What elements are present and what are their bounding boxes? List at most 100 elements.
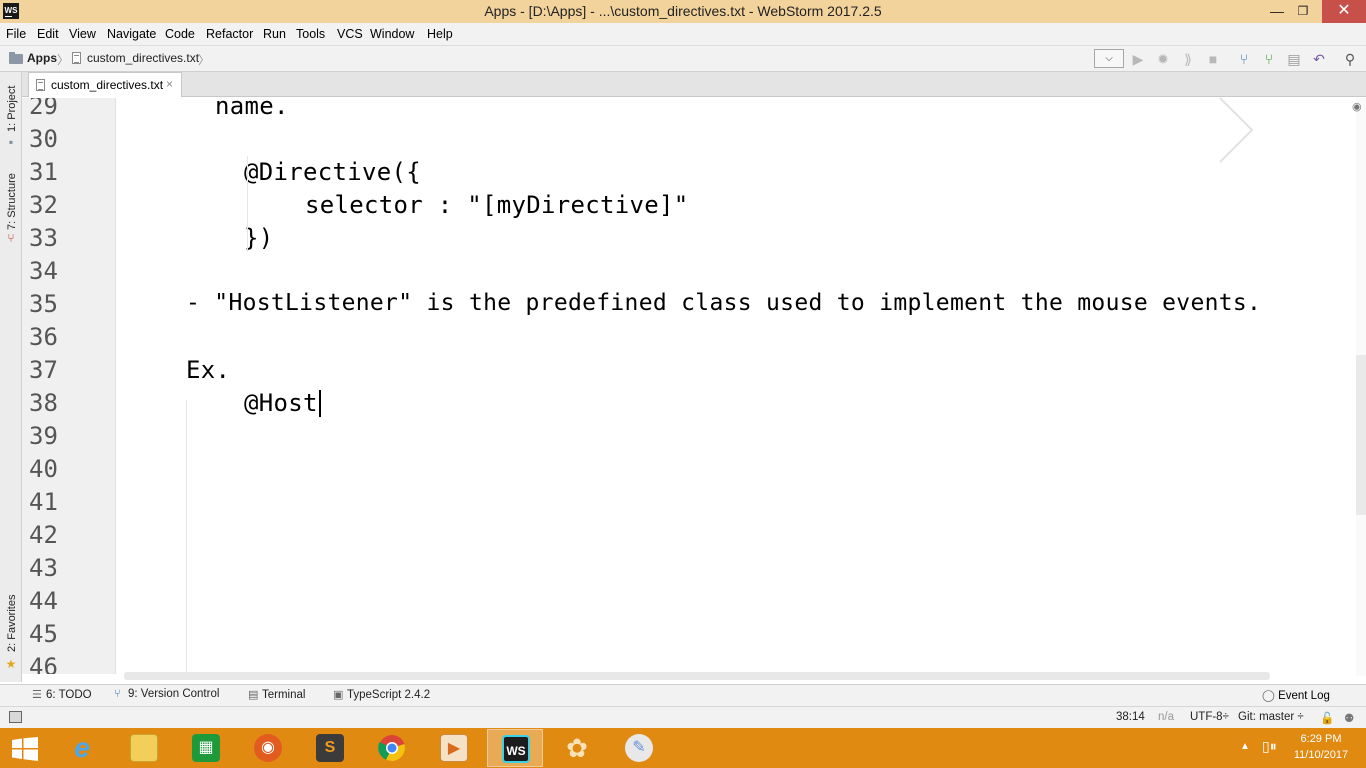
file-explorer-icon bbox=[130, 734, 158, 762]
search-everywhere-icon[interactable]: ⚲ bbox=[1340, 49, 1360, 69]
git-branch[interactable]: Git: master ÷ bbox=[1238, 711, 1304, 723]
line-number: 41 bbox=[29, 488, 58, 516]
terminal-label: Terminal bbox=[262, 689, 306, 701]
editor-tab-label: custom_directives.txt bbox=[51, 78, 164, 92]
menu-navigate[interactable]: Navigate bbox=[107, 27, 156, 41]
tab-close-icon[interactable]: × bbox=[166, 77, 173, 91]
run-configuration-dropdown[interactable]: ⌵ bbox=[1094, 49, 1124, 68]
menu-vcs[interactable]: VCS bbox=[337, 27, 363, 41]
battery-network-icon[interactable]: ▯⏸ bbox=[1262, 738, 1277, 755]
editor-tab-bar: custom_directives.txt × bbox=[22, 72, 1366, 97]
status-bar: 38:14 n/a UTF-8÷ Git: master ÷ 🔓 ⚉ bbox=[0, 706, 1366, 728]
editor-tab[interactable]: custom_directives.txt × bbox=[28, 72, 182, 97]
show-hidden-icons-icon[interactable]: ▲ bbox=[1240, 741, 1250, 752]
vcs-history-icon[interactable]: ▤ bbox=[1284, 49, 1304, 69]
version-control-label: 9: Version Control bbox=[128, 688, 220, 700]
folder-icon bbox=[9, 52, 23, 64]
line-separator[interactable]: n/a bbox=[1158, 711, 1174, 723]
code-line: Ex. bbox=[186, 356, 231, 384]
caret-position[interactable]: 38:14 bbox=[1116, 711, 1145, 723]
menu-file[interactable]: File bbox=[6, 27, 26, 41]
favorites-tool-button[interactable]: 2: Favorites bbox=[6, 595, 18, 652]
project-tool-button[interactable]: 1: Project bbox=[6, 86, 18, 132]
event-log-tool-button[interactable]: ◯ Event Log bbox=[1262, 688, 1330, 702]
menu-code[interactable]: Code bbox=[165, 27, 195, 41]
event-log-icon: ◯ bbox=[1262, 690, 1275, 702]
line-number: 44 bbox=[29, 587, 58, 615]
code-line-current: @Host bbox=[244, 389, 318, 417]
indent-guide bbox=[186, 400, 187, 676]
version-control-tool-button[interactable]: ⑂ 9: Version Control bbox=[114, 688, 219, 700]
inspector-icon[interactable]: ⚉ bbox=[1344, 711, 1354, 725]
windows-store-button[interactable]: ▦ bbox=[178, 729, 234, 767]
firefox-button[interactable]: ◉ bbox=[240, 729, 296, 767]
version-control-icon: ⑂ bbox=[114, 688, 121, 700]
menu-bar: File Edit View Navigate Code Refactor Ru… bbox=[0, 23, 1366, 45]
breadcrumb-file[interactable]: custom_directives.txt bbox=[87, 51, 199, 65]
taskbar-clock-time[interactable]: 6:29 PM bbox=[1292, 733, 1350, 745]
code-editor[interactable]: name. @Directive({ selector : "[myDirect… bbox=[116, 98, 1356, 674]
project-icon: ▪ bbox=[8, 135, 14, 149]
menu-edit[interactable]: Edit bbox=[37, 27, 59, 41]
breadcrumb-separator: 〉 bbox=[57, 53, 70, 67]
menu-help[interactable]: Help bbox=[427, 27, 453, 41]
menu-window[interactable]: Window bbox=[370, 27, 414, 41]
taskbar-clock-date[interactable]: 11/10/2017 bbox=[1292, 749, 1350, 761]
windows-logo-icon bbox=[12, 737, 38, 761]
indent-guide bbox=[247, 156, 248, 252]
line-number: 30 bbox=[29, 125, 58, 153]
line-number: 43 bbox=[29, 554, 58, 582]
menu-run[interactable]: Run bbox=[263, 27, 286, 41]
horizontal-scrollbar[interactable] bbox=[124, 672, 1270, 680]
line-number-gutter: 29 30 31 32 33 34 35 36 37 38 39 40 41 4… bbox=[22, 98, 116, 674]
webstorm-taskbar-button[interactable]: WS bbox=[487, 729, 543, 767]
lock-icon[interactable]: 🔓 bbox=[1320, 711, 1334, 725]
webstorm-icon: WS bbox=[502, 735, 530, 763]
terminal-tool-button[interactable]: ▤ Terminal bbox=[248, 688, 305, 701]
internet-explorer-button[interactable]: e bbox=[54, 729, 110, 767]
flower-app-icon: ✿ bbox=[566, 733, 588, 763]
vertical-scrollbar-thumb[interactable] bbox=[1356, 355, 1366, 515]
minimize-button[interactable]: — bbox=[1266, 0, 1288, 23]
menu-refactor[interactable]: Refactor bbox=[206, 27, 253, 41]
media-player-button[interactable]: ▶ bbox=[426, 729, 482, 767]
title-bar: WS Apps - [D:\Apps] - ...\custom_directi… bbox=[0, 0, 1366, 23]
vcs-commit-icon[interactable]: ⑂ bbox=[1259, 49, 1279, 69]
sublime-text-icon: S bbox=[316, 734, 344, 762]
debug-icon[interactable]: ✹ bbox=[1153, 49, 1173, 69]
close-button[interactable]: ✕ bbox=[1322, 0, 1366, 23]
menu-view[interactable]: View bbox=[69, 27, 96, 41]
scroll-peek-chevron-icon bbox=[1219, 97, 1254, 163]
windows-start-button[interactable] bbox=[0, 729, 56, 767]
line-number: 45 bbox=[29, 620, 58, 648]
file-encoding[interactable]: UTF-8÷ bbox=[1190, 711, 1229, 723]
run-icon[interactable]: ▶ bbox=[1128, 49, 1148, 69]
coverage-icon[interactable]: ⟫ bbox=[1178, 49, 1198, 69]
typescript-tool-button[interactable]: ▣ TypeScript 2.4.2 bbox=[333, 688, 430, 701]
stop-icon[interactable]: ■ bbox=[1203, 49, 1223, 69]
revert-icon[interactable]: ↶ bbox=[1309, 49, 1329, 69]
maximize-button[interactable]: ❐ bbox=[1292, 0, 1314, 23]
breadcrumb-project[interactable]: Apps bbox=[27, 51, 57, 65]
eye-icon[interactable]: ◉ bbox=[1352, 100, 1362, 113]
structure-tool-button[interactable]: 7: Structure bbox=[6, 173, 18, 230]
terminal-icon: ▤ bbox=[248, 689, 259, 701]
event-log-label: Event Log bbox=[1278, 690, 1330, 702]
text-file-icon bbox=[36, 79, 45, 91]
menu-tools[interactable]: Tools bbox=[296, 27, 325, 41]
file-explorer-button[interactable] bbox=[116, 729, 172, 767]
paint-app-button[interactable]: ✎ bbox=[611, 729, 667, 767]
sublime-text-button[interactable]: S bbox=[302, 729, 358, 767]
line-number: 31 bbox=[29, 158, 58, 186]
todo-label: 6: TODO bbox=[46, 689, 92, 701]
typescript-icon: ▣ bbox=[333, 689, 344, 701]
chrome-button[interactable] bbox=[364, 729, 420, 767]
line-number: 36 bbox=[29, 323, 58, 351]
todo-tool-button[interactable]: ☰ 6: TODO bbox=[32, 688, 92, 701]
vcs-update-icon[interactable]: ⑂ bbox=[1234, 49, 1254, 69]
flower-app-button[interactable]: ✿ bbox=[549, 729, 605, 767]
code-line: - "HostListener" is the predefined class… bbox=[186, 290, 1262, 316]
windows-taskbar: e ▦ ◉ S ▶ WS ✿ ✎ ▲ ▯⏸ bbox=[0, 728, 1366, 768]
tool-windows-toggle-icon[interactable] bbox=[9, 711, 22, 723]
windows-store-icon: ▦ bbox=[192, 734, 220, 762]
